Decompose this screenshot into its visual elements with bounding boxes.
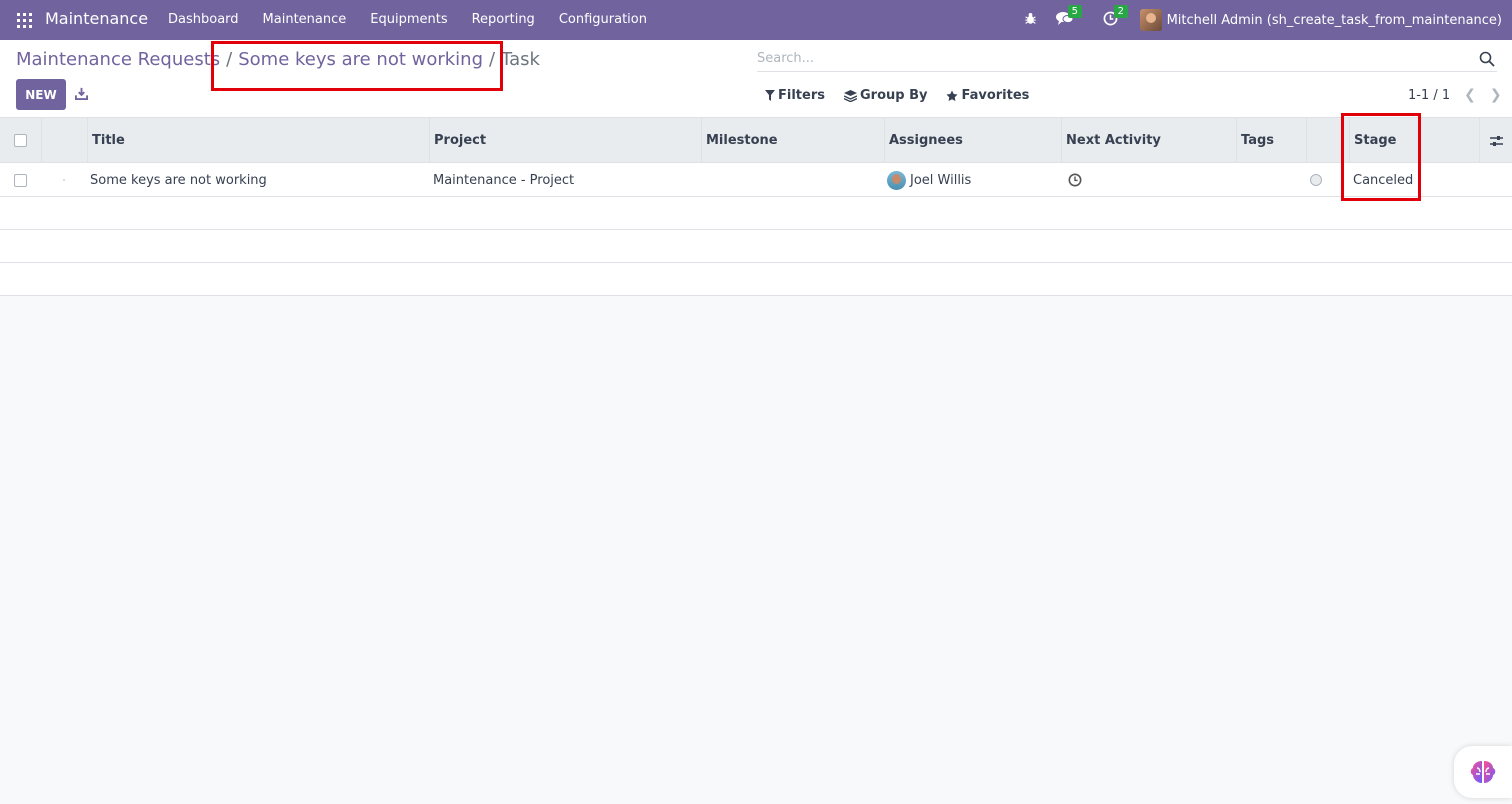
table-header: Title Project Milestone Assignees Next A… (0, 118, 1512, 163)
assignee-name: Joel Willis (910, 172, 972, 188)
control-panel: Maintenance Requests / Some keys are not… (0, 40, 1512, 118)
search-icon[interactable] (1479, 51, 1495, 67)
app-brand[interactable]: Maintenance (45, 9, 148, 28)
row-state (1310, 163, 1349, 197)
empty-row (0, 263, 1512, 296)
new-button[interactable]: NEW (16, 79, 66, 110)
search-options: Filters Group By Favorites (765, 88, 1048, 103)
row-select-cell (0, 163, 41, 197)
layers-icon (843, 89, 857, 102)
menu-maintenance[interactable]: Maintenance (263, 12, 347, 27)
activities-badge: 2 (1113, 4, 1128, 18)
task-list-table: Title Project Milestone Assignees Next A… (0, 118, 1512, 296)
breadcrumb-current: Task (501, 49, 540, 70)
column-assignees[interactable]: Assignees (884, 118, 1061, 163)
chevron-left-icon[interactable]: ❮ (1464, 87, 1476, 103)
empty-row (0, 230, 1512, 263)
bug-icon[interactable] (1020, 12, 1042, 29)
select-all-checkbox[interactable] (14, 134, 27, 147)
brain-icon (1470, 761, 1496, 783)
menu-reporting[interactable]: Reporting (472, 12, 535, 27)
breadcrumb: Maintenance Requests / Some keys are not… (16, 49, 540, 70)
row-next-activity[interactable] (1068, 163, 1236, 197)
breadcrumb-separator: / (489, 49, 496, 70)
breadcrumb-separator: / (226, 49, 233, 70)
chevron-right-icon[interactable]: ❯ (1490, 87, 1502, 103)
table-row[interactable]: Some keys are not working Maintenance - … (0, 163, 1512, 197)
ai-assistant-widget[interactable] (1454, 746, 1512, 798)
sliders-icon (1489, 135, 1503, 146)
row-title: Some keys are not working (90, 172, 267, 188)
messages-icon[interactable]: 5 (1054, 4, 1082, 30)
pager: 1-1 / 1 ❮ ❯ (1408, 87, 1502, 103)
row-tags (1240, 163, 1306, 197)
systray: 5 2 Mitchell Admin (sh_create_task_from_… (1020, 0, 1512, 40)
column-next-activity[interactable]: Next Activity (1061, 118, 1236, 163)
apps-menu-icon[interactable] (17, 13, 32, 28)
row-favorite-cell (41, 163, 65, 197)
pager-value[interactable]: 1-1 / 1 (1408, 88, 1450, 103)
row-checkbox[interactable] (14, 173, 27, 187)
select-all-cell (0, 118, 41, 163)
column-state (1306, 118, 1349, 163)
column-milestone[interactable]: Milestone (701, 118, 884, 163)
messages-badge: 5 (1067, 4, 1082, 18)
breadcrumb-request[interactable]: Some keys are not working (238, 49, 483, 70)
row-milestone (705, 163, 884, 197)
filters-label: Filters (778, 88, 825, 103)
breadcrumb-root[interactable]: Maintenance Requests (16, 49, 220, 70)
download-icon[interactable] (75, 87, 89, 101)
activity-clock-icon[interactable]: 2 (1100, 4, 1128, 30)
groupby-toggle[interactable]: Group By (843, 88, 928, 103)
top-navbar: Maintenance Dashboard Maintenance Equipm… (0, 0, 1512, 40)
favorite-column-header (41, 118, 87, 163)
menu-configuration[interactable]: Configuration (559, 12, 647, 27)
user-name: Mitchell Admin (sh_create_task_from_main… (1166, 12, 1502, 28)
row-assignee[interactable]: Joel Willis (887, 163, 1061, 197)
row-project: Maintenance - Project (433, 172, 575, 188)
column-project[interactable]: Project (429, 118, 701, 163)
star-outline-icon[interactable] (63, 172, 65, 188)
empty-row (0, 197, 1512, 230)
favorites-toggle[interactable]: Favorites (946, 88, 1029, 103)
star-icon (946, 90, 958, 101)
menu-equipments[interactable]: Equipments (370, 12, 447, 27)
search-input[interactable] (757, 51, 1479, 66)
activity-clock-icon[interactable] (1068, 173, 1082, 187)
user-avatar (1139, 9, 1162, 31)
favorites-label: Favorites (961, 88, 1030, 103)
assignee-avatar (887, 170, 906, 190)
column-stage[interactable]: Stage (1349, 118, 1479, 163)
search-bar (757, 46, 1497, 72)
filter-icon (765, 90, 775, 101)
menu-dashboard[interactable]: Dashboard (168, 12, 239, 27)
user-menu[interactable]: Mitchell Admin (sh_create_task_from_main… (1139, 9, 1502, 31)
column-title[interactable]: Title (87, 118, 429, 163)
filters-toggle[interactable]: Filters (765, 88, 825, 103)
row-stage: Canceled (1353, 172, 1414, 188)
kanban-state-dot[interactable] (1310, 174, 1322, 186)
main-menu: Dashboard Maintenance Equipments Reporti… (168, 12, 671, 27)
optional-columns-toggle[interactable] (1479, 118, 1512, 163)
groupby-label: Group By (859, 88, 928, 103)
column-tags[interactable]: Tags (1236, 118, 1306, 163)
